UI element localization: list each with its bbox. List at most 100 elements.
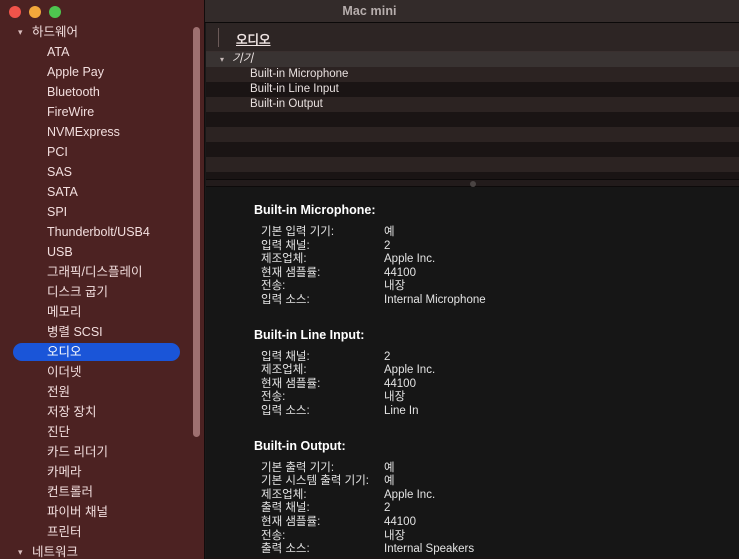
detail-row-group: 기본 입력 기기: 예 입력 채널: 2 제조업체: Apple Inc. 현재 샘플률: 4… bbox=[206, 226, 739, 308]
detail-section-gap bbox=[206, 419, 739, 439]
detail-row-value: Internal Microphone bbox=[384, 293, 486, 306]
sidebar-item-3[interactable]: Bluetooth bbox=[0, 82, 204, 102]
detail-row: 입력 채널: 2 bbox=[206, 351, 739, 365]
sidebar-item-label: Thunderbolt/USB4 bbox=[47, 225, 150, 239]
sidebar-item-2[interactable]: Apple Pay bbox=[0, 62, 204, 82]
chevron-down-icon[interactable]: ▾ bbox=[18, 22, 29, 42]
sidebar-item-label: 진단 bbox=[47, 425, 71, 439]
sidebar-item-13[interactable]: 디스크 굽기 bbox=[0, 282, 204, 302]
detail-row-value: 2 bbox=[384, 502, 391, 515]
detail-row-key: 기본 입력 기기: bbox=[261, 226, 335, 238]
sidebar-item-11[interactable]: USB bbox=[0, 242, 204, 262]
detail-row-key: 입력 채널: bbox=[261, 350, 310, 363]
detail-row-key: 입력 채널: bbox=[261, 239, 310, 252]
detail-row-key: 입력 소스: bbox=[261, 293, 310, 306]
sidebar-item-8[interactable]: SATA bbox=[0, 182, 204, 202]
detail-row: 제조업체: Apple Inc. bbox=[206, 489, 739, 503]
close-button[interactable] bbox=[9, 6, 21, 18]
page-title: 오디오 bbox=[236, 33, 271, 47]
sidebar-item-10[interactable]: Thunderbolt/USB4 bbox=[0, 222, 204, 242]
minimize-button[interactable] bbox=[29, 6, 41, 18]
sidebar-item-label: 저장 장치 bbox=[47, 405, 97, 419]
detail-row-value: Apple Inc. bbox=[384, 488, 436, 501]
sidebar-item-label: Bluetooth bbox=[47, 85, 100, 99]
detail-row-value: 내장 bbox=[384, 280, 406, 293]
sidebar-item-label: 카드 리더기 bbox=[47, 445, 108, 459]
table-empty-row bbox=[206, 127, 739, 142]
sidebar-item-label: 하드웨어 bbox=[32, 25, 79, 39]
detail-row-key: 전송: bbox=[261, 280, 286, 293]
detail-row: 입력 소스: Internal Microphone bbox=[206, 294, 739, 308]
detail-row: 출력 소스: Internal Speakers bbox=[206, 543, 739, 557]
sidebar-item-1[interactable]: ATA bbox=[0, 42, 204, 62]
sidebar-item-4[interactable]: FireWire bbox=[0, 102, 204, 122]
detail-row-key: 출력 소스: bbox=[261, 543, 310, 556]
sidebar-item-12[interactable]: 그래픽/디스플레이 bbox=[0, 262, 204, 282]
device-group-label: 기기 bbox=[232, 53, 254, 65]
sidebar-item-label: SATA bbox=[47, 185, 78, 199]
detail-row-value: 예 bbox=[384, 226, 395, 238]
sidebar-item-22[interactable]: 카메라 bbox=[0, 462, 204, 482]
sidebar-item-label: Apple Pay bbox=[47, 65, 104, 79]
sidebar-item-6[interactable]: PCI bbox=[0, 142, 204, 162]
table-empty-row bbox=[206, 142, 739, 157]
detail-row-key: 전송: bbox=[261, 391, 286, 404]
sidebar-item-label: 병렬 SCSI bbox=[47, 325, 103, 339]
device-group-row[interactable]: ▾ 기기 bbox=[206, 52, 739, 67]
detail-row: 현재 샘플률: 44100 bbox=[206, 267, 739, 281]
sidebar-item-25[interactable]: 프린터 bbox=[0, 522, 204, 542]
sidebar-item-label: USB bbox=[47, 245, 73, 259]
detail-row-value: Line In bbox=[384, 404, 419, 417]
detail-row-key: 현재 샘플률: bbox=[261, 377, 321, 390]
detail-row-group: 기본 출력 기기: 예 기본 시스템 출력 기기: 예 제조업체: Apple Inc. 출… bbox=[206, 462, 739, 557]
sidebar-item-label: SAS bbox=[47, 165, 73, 179]
sidebar-item-17[interactable]: 이더넷 bbox=[0, 362, 204, 382]
sidebar: ▾ 하드웨어 ATA Apple Pay Bluetooth FireWire NVMExp… bbox=[0, 0, 205, 559]
device-row-label: Built-in Line Input bbox=[250, 83, 339, 95]
detail-row: 출력 채널: 2 bbox=[206, 502, 739, 516]
sidebar-item-24[interactable]: 파이버 채널 bbox=[0, 502, 204, 522]
detail-section: Built-in Line Input: 입력 채널: 2 제조업체: Apple In… bbox=[206, 328, 739, 419]
sidebar-item-14[interactable]: 메모리 bbox=[0, 302, 204, 322]
sidebar-item-15[interactable]: 병렬 SCSI bbox=[0, 322, 204, 342]
sidebar-item-26[interactable]: ▾ 네트워크 bbox=[0, 542, 204, 559]
sidebar-item-label: 카메라 bbox=[47, 465, 82, 479]
zoom-button[interactable] bbox=[49, 6, 61, 18]
sidebar-item-19[interactable]: 저장 장치 bbox=[0, 402, 204, 422]
sidebar-item-18[interactable]: 전원 bbox=[0, 382, 204, 402]
detail-row-key: 입력 소스: bbox=[261, 404, 310, 417]
sidebar-item-9[interactable]: SPI bbox=[0, 202, 204, 222]
detail-section: Built-in Output: 기본 출력 기기: 예 기본 시스템 출력 기기: 예… bbox=[206, 439, 739, 557]
content-pane: 오디오 ▾ 기기 Built-in Microphone Built-in Line … bbox=[206, 23, 739, 559]
detail-row-value: Internal Speakers bbox=[384, 543, 475, 556]
detail-row-group: 입력 채널: 2 제조업체: Apple Inc. 현재 샘플률: 44100 전송: 내장 입… bbox=[206, 351, 739, 419]
sidebar-item-21[interactable]: 카드 리더기 bbox=[0, 442, 204, 462]
device-row[interactable]: Built-in Line Input bbox=[206, 82, 739, 97]
sidebar-scrollbar[interactable] bbox=[192, 0, 202, 559]
detail-row-key: 현재 샘플률: bbox=[261, 515, 321, 528]
pane-splitter[interactable] bbox=[206, 179, 739, 187]
chevron-down-icon[interactable]: ▾ bbox=[220, 52, 230, 67]
sidebar-item-20[interactable]: 진단 bbox=[0, 422, 204, 442]
device-row[interactable]: Built-in Output bbox=[206, 97, 739, 112]
detail-row-value: 내장 bbox=[384, 529, 406, 542]
sidebar-item-5[interactable]: NVMExpress bbox=[0, 122, 204, 142]
table-empty-row bbox=[206, 157, 739, 172]
sidebar-scrollbar-thumb[interactable] bbox=[193, 27, 200, 437]
detail-row: 입력 소스: Line In bbox=[206, 405, 739, 419]
device-row[interactable]: Built-in Microphone bbox=[206, 67, 739, 82]
sidebar-item-0[interactable]: ▾ 하드웨어 bbox=[0, 22, 204, 42]
device-table[interactable]: ▾ 기기 Built-in Microphone Built-in Line Inpu… bbox=[206, 52, 739, 179]
detail-row-key: 기본 시스템 출력 기기: bbox=[261, 475, 369, 488]
sidebar-item-16[interactable]: 오디오 bbox=[0, 342, 204, 362]
sidebar-item-label: SPI bbox=[47, 205, 68, 219]
sidebar-item-label: 파이버 채널 bbox=[47, 505, 108, 519]
chevron-down-icon[interactable]: ▾ bbox=[18, 542, 29, 559]
detail-section-title: Built-in Line Input: bbox=[254, 327, 365, 342]
detail-row: 기본 출력 기기: 예 bbox=[206, 462, 739, 476]
detail-row-value: 2 bbox=[384, 350, 391, 363]
detail-row-value: 44100 bbox=[384, 515, 416, 528]
detail-row-key: 제조업체: bbox=[261, 488, 307, 501]
sidebar-item-7[interactable]: SAS bbox=[0, 162, 204, 182]
sidebar-item-23[interactable]: 컨트롤러 bbox=[0, 482, 204, 502]
